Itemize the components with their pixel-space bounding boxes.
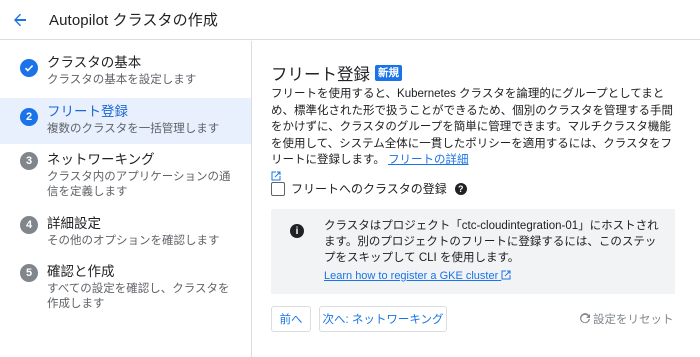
step-description: すべての設定を確認し、クラスタを作成します: [47, 283, 230, 310]
step-title: 確認と作成: [47, 264, 115, 279]
section-heading: フリート登録 新規: [271, 61, 402, 85]
stepper-sidebar: クラスタの基本 クラスタの基本を設定します 2 フリート登録 複数のクラスタを一…: [0, 41, 252, 357]
step-description: その他のオプションを確認します: [47, 235, 220, 247]
info-icon: i: [290, 224, 304, 238]
description-text: フリートを使用すると、Kubernetes クラスタを論理的にグループとしてまと…: [271, 88, 674, 166]
step-description: クラスタの基本を設定します: [47, 74, 197, 86]
step-title: ネットワーキング: [47, 152, 155, 167]
info-callout: i クラスタはプロジェクト「ctc-cloudintegration-01」にホ…: [271, 209, 675, 294]
step-title: 詳細設定: [47, 216, 101, 231]
open-in-new-icon: [501, 270, 511, 280]
page-title: Autopilot クラスタの作成: [49, 12, 218, 29]
step-networking[interactable]: 3 ネットワーキング クラスタ内のアプリケーションの通信を定義します: [0, 151, 251, 211]
step-title: フリート登録: [47, 104, 128, 119]
step-number-badge: 5: [20, 264, 38, 282]
reset-label: 設定をリセット: [593, 314, 674, 326]
top-app-bar: Autopilot クラスタの作成: [0, 0, 700, 40]
new-badge: 新規: [375, 65, 402, 81]
step-number-badge: 2: [20, 108, 38, 126]
link-label: Learn how to register a GKE cluster: [324, 270, 499, 282]
reset-settings-button[interactable]: 設定をリセット: [579, 311, 674, 327]
arrow-back-icon: [14, 13, 26, 26]
section-title: フリート登録: [271, 66, 370, 84]
step-title: クラスタの基本: [47, 55, 142, 70]
fleet-description: フリートを使用すると、Kubernetes クラスタを論理的にグループとしてまと…: [271, 86, 681, 185]
step-description: クラスタ内のアプリケーションの通信を定義します: [47, 171, 231, 198]
open-in-new-icon[interactable]: [271, 171, 281, 181]
step-cluster-basics[interactable]: クラスタの基本 クラスタの基本を設定します: [0, 54, 251, 100]
fleet-register-checkbox-row: フリートへのクラスタの登録 ?: [271, 180, 467, 197]
fleet-details-link[interactable]: フリートの詳細: [388, 154, 469, 166]
fleet-register-checkbox[interactable]: [271, 181, 285, 196]
step-number-badge: 4: [20, 216, 38, 234]
checkbox-label: フリートへのクラスタの登録: [291, 182, 447, 196]
refresh-icon: [580, 313, 590, 324]
help-icon[interactable]: ?: [454, 182, 467, 195]
step-number-badge: 3: [20, 152, 38, 170]
next-networking-button[interactable]: 次へ: ネットワーキング: [319, 306, 447, 332]
step-advanced-settings[interactable]: 4 詳細設定 その他のオプションを確認します: [0, 215, 251, 255]
register-gke-cluster-link[interactable]: Learn how to register a GKE cluster: [324, 270, 511, 282]
step-fleet-registration[interactable]: 2 フリート登録 複数のクラスタを一括管理します: [0, 98, 251, 144]
step-description: 複数のクラスタを一括管理します: [47, 123, 220, 135]
check-circle-icon: [20, 59, 38, 77]
info-text: クラスタはプロジェクト「ctc-cloudintegration-01」にホスト…: [324, 220, 659, 264]
previous-button[interactable]: 前へ: [271, 306, 311, 332]
back-button[interactable]: [8, 8, 32, 32]
step-review-create[interactable]: 5 確認と作成 すべての設定を確認し、クラスタを作成します: [0, 263, 251, 323]
